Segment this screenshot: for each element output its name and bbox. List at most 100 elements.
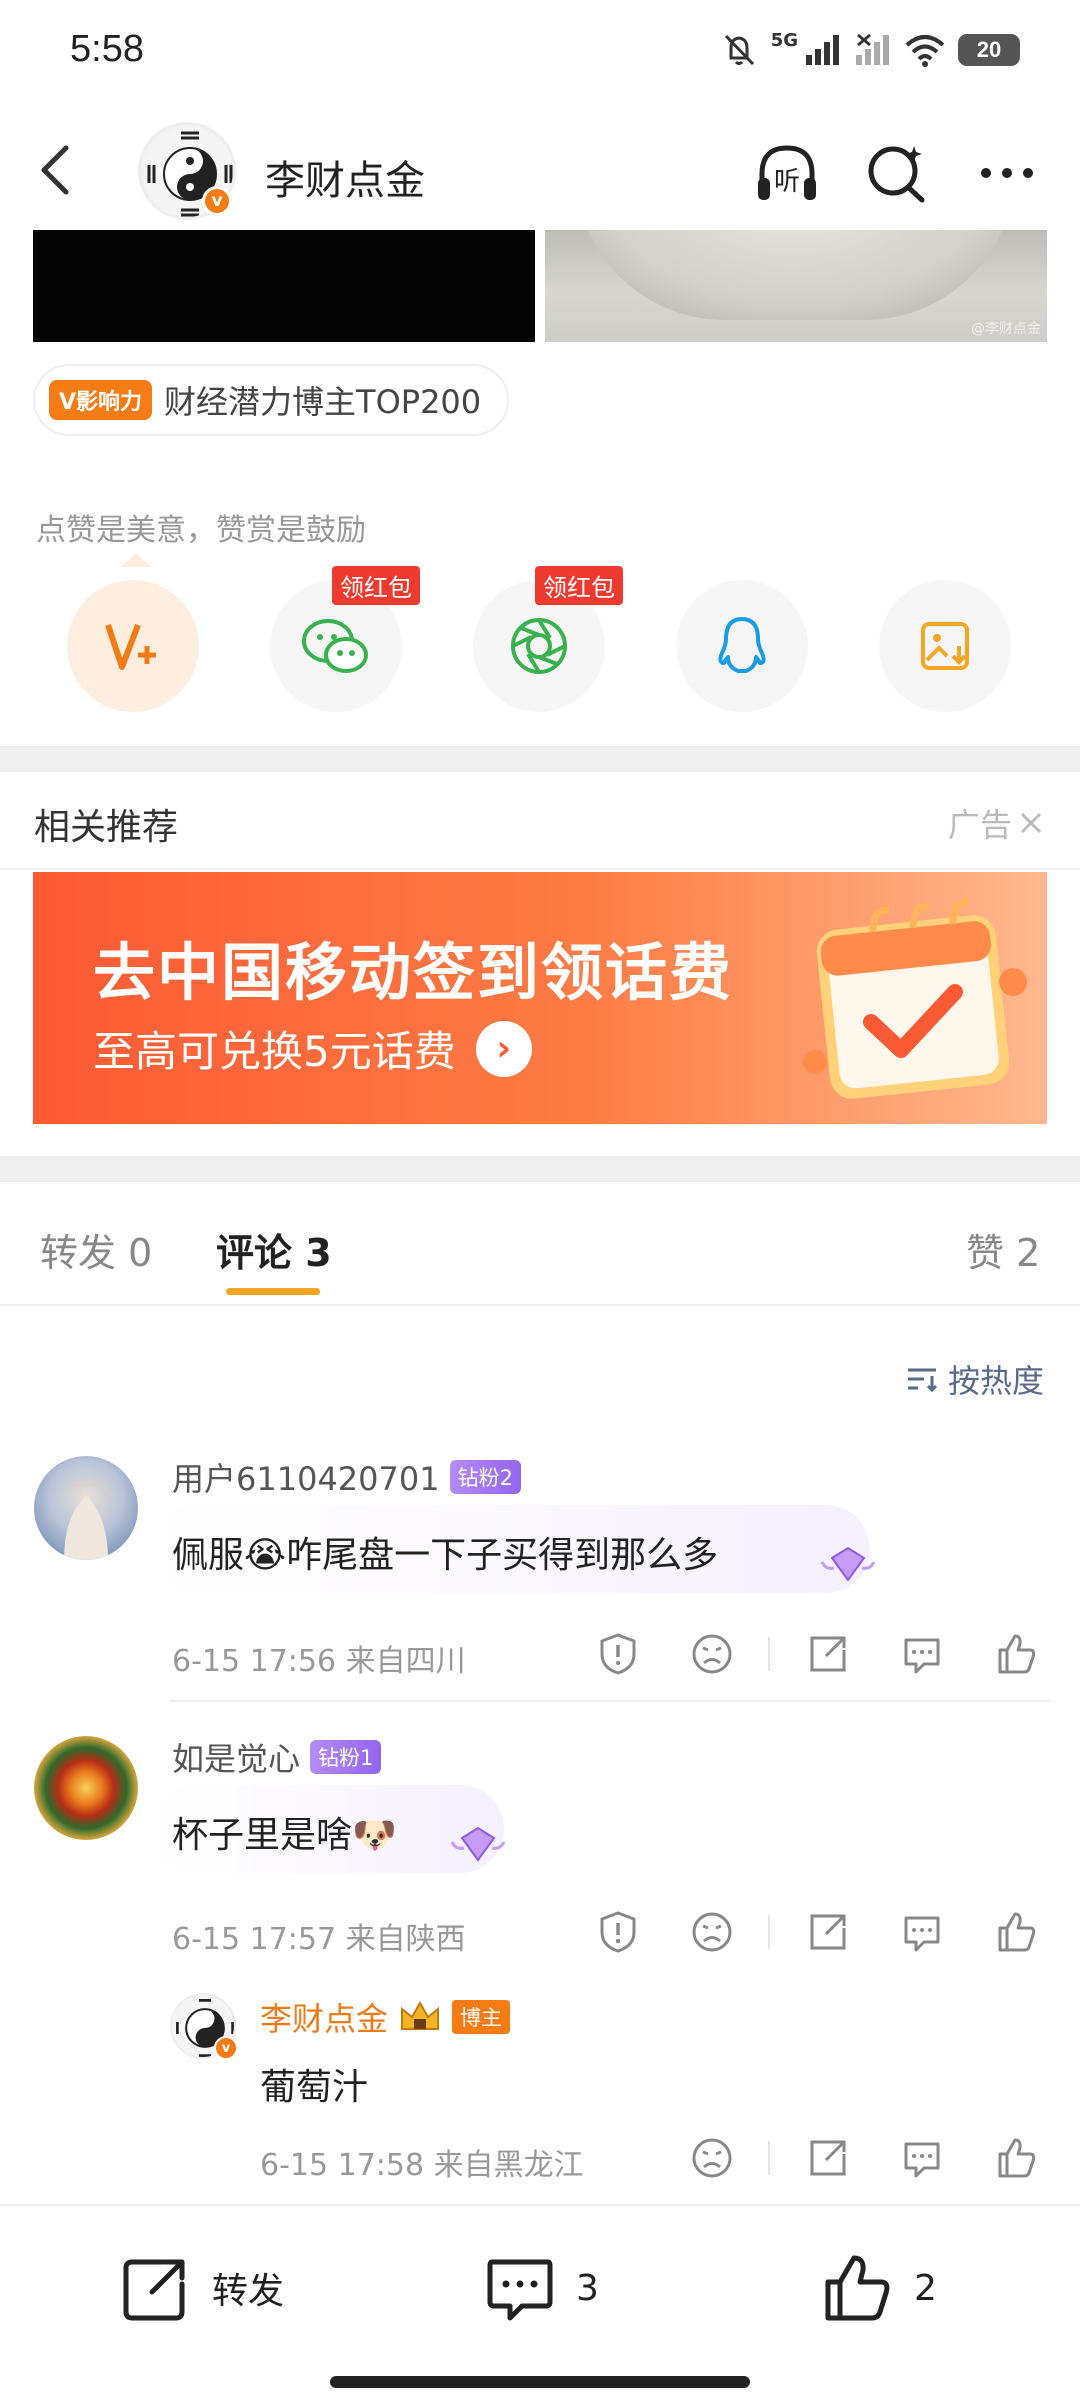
action-separator <box>768 1637 770 1671</box>
search-button[interactable] <box>862 138 932 208</box>
banner-subtitle: 至高可兑换5元话费 › <box>93 1018 532 1079</box>
ad-close-button[interactable]: 广告 <box>948 800 1044 846</box>
dislike-icon-3[interactable] <box>690 2136 734 2180</box>
bottom-repost-label: 转发 <box>212 2271 285 2312</box>
status-bar: 5:58 5G 20 <box>0 0 1080 110</box>
comment-username: 用户6110420701 <box>172 1460 440 1498</box>
back-icon[interactable] <box>30 140 90 200</box>
post-image-2[interactable]: @李财点金 <box>545 230 1047 342</box>
influence-text: 财经潜力博主TOP200 <box>164 383 482 421</box>
dislike-icon[interactable] <box>690 1632 734 1676</box>
save-image-button[interactable] <box>879 580 1011 712</box>
post-images: @李财点金 <box>33 230 1047 342</box>
sort-label: 按热度 <box>947 1362 1044 1400</box>
status-icons: 5G 20 <box>719 30 1020 70</box>
like-icon-2[interactable] <box>994 1910 1038 1954</box>
reply-text[interactable]: 葡萄汁 <box>260 2058 368 2110</box>
repost-icon-3[interactable] <box>806 2136 850 2180</box>
dislike-icon-2[interactable] <box>690 1910 734 1954</box>
account-name[interactable]: 李财点金 <box>265 148 425 206</box>
diamond-icon-2 <box>450 1826 506 1862</box>
wechat-share-button[interactable]: 领红包 <box>270 566 420 712</box>
network-type: 5G <box>770 30 798 51</box>
reply-meta: 6-15 17:58 来自黑龙江 <box>260 2148 584 2183</box>
repost-icon[interactable] <box>806 1632 850 1676</box>
reply-username: 李财点金 <box>260 2000 389 2038</box>
like-icon[interactable] <box>994 1632 1038 1676</box>
reply-verified-badge: v <box>214 2036 238 2060</box>
tab-reposts[interactable]: 转发 0 <box>40 1222 152 1277</box>
comment-text-2[interactable]: 杯子里是啥🐶 <box>172 1806 397 1858</box>
comment-avatar-2[interactable] <box>34 1736 138 1840</box>
banner-title: 去中国移动签到领话费 <box>93 936 734 1009</box>
verified-badge: v <box>202 186 232 216</box>
action-separator-2 <box>768 1915 770 1949</box>
bottom-comment-button[interactable]: 3 <box>484 2252 599 2324</box>
like-icon-large <box>825 2255 890 2321</box>
reply-icon[interactable] <box>900 1632 944 1676</box>
like-icon-3[interactable] <box>994 2136 1038 2180</box>
ad-label: 广告 <box>947 806 1012 844</box>
ad-banner[interactable]: 去中国移动签到领话费 至高可兑换5元话费 › <box>33 872 1047 1124</box>
reply-user[interactable]: 李财点金 博主 <box>260 1994 511 2040</box>
tab-divider <box>0 1304 1080 1306</box>
reply-icon-3[interactable] <box>900 2136 944 2180</box>
bottom-like-count: 2 <box>914 2267 937 2309</box>
hint-pointer <box>120 553 152 567</box>
home-indicator[interactable] <box>330 2376 750 2388</box>
post-image-1[interactable] <box>33 230 535 342</box>
close-icon <box>1020 812 1042 834</box>
v-plus-icon <box>105 623 156 670</box>
comment-avatar[interactable] <box>34 1456 138 1560</box>
comment-icon-large <box>487 2259 553 2321</box>
bottom-comment-count: 3 <box>576 2267 599 2309</box>
qq-share-button[interactable] <box>676 580 808 712</box>
fan-badge: 钻粉2 <box>449 1460 521 1494</box>
diamond-icon <box>820 1546 876 1582</box>
section-separator <box>0 746 1080 772</box>
comment-user-2[interactable]: 如是觉心 钻粉1 <box>172 1734 382 1780</box>
signal-icon-2 <box>856 33 889 65</box>
comment-user[interactable]: 用户6110420701 钻粉2 <box>172 1454 521 1500</box>
report-icon[interactable] <box>596 1632 640 1676</box>
qq-icon <box>718 617 766 673</box>
comment-text[interactable]: 佩服😭咋尾盘一下子买得到那么多 <box>172 1526 718 1578</box>
calendar-check-icon <box>803 898 1027 1099</box>
recommend-divider <box>0 868 1080 870</box>
cup-shape <box>575 230 1015 320</box>
listen-button[interactable]: 听 <box>752 138 822 208</box>
comment-meta-2: 6-15 17:57 来自陕西 <box>172 1922 466 1957</box>
repost-icon-2[interactable] <box>806 1910 850 1954</box>
moments-red-packet-tag: 领红包 <box>535 566 623 605</box>
tab-likes[interactable]: 赞 2 <box>966 1222 1040 1277</box>
comment-username-2: 如是觉心 <box>172 1740 301 1778</box>
influence-tag[interactable]: V影响力 财经潜力博主TOP200 <box>33 364 510 436</box>
v-plus-button[interactable] <box>67 580 199 712</box>
moments-share-button[interactable]: 领红包 <box>473 566 623 712</box>
search-icon <box>868 146 925 203</box>
wechat-red-packet-tag: 领红包 <box>332 566 420 605</box>
battery-indicator: 20 <box>958 34 1020 66</box>
wifi-icon <box>905 35 945 67</box>
anime-avatar-icon <box>62 1481 114 1560</box>
image-watermark: @李财点金 <box>971 321 1041 337</box>
more-dots-icon <box>981 168 1033 178</box>
bottom-like-button[interactable]: 2 <box>822 2252 937 2324</box>
reply-icon-2[interactable] <box>900 1910 944 1954</box>
more-button[interactable] <box>972 138 1042 208</box>
section-separator-2 <box>0 1156 1080 1182</box>
comment-divider <box>170 1700 1050 1702</box>
bottom-action-bar: 转发 3 2 <box>0 2204 1080 2400</box>
author-badge: 博主 <box>452 2000 511 2034</box>
top-nav-bar: v 李财点金 听 <box>0 110 1080 230</box>
tab-comments[interactable]: 评论 3 <box>216 1222 332 1277</box>
action-separator-3 <box>768 2141 770 2175</box>
moments-icon <box>511 618 567 674</box>
sort-button[interactable]: 按热度 <box>906 1356 1044 1402</box>
signal-icon <box>806 35 839 65</box>
repost-icon-large <box>123 2259 185 2321</box>
save-image-icon <box>921 622 969 670</box>
status-time: 5:58 <box>70 28 144 70</box>
report-icon-2[interactable] <box>596 1910 640 1954</box>
bottom-repost-button[interactable]: 转发 <box>120 2252 284 2324</box>
